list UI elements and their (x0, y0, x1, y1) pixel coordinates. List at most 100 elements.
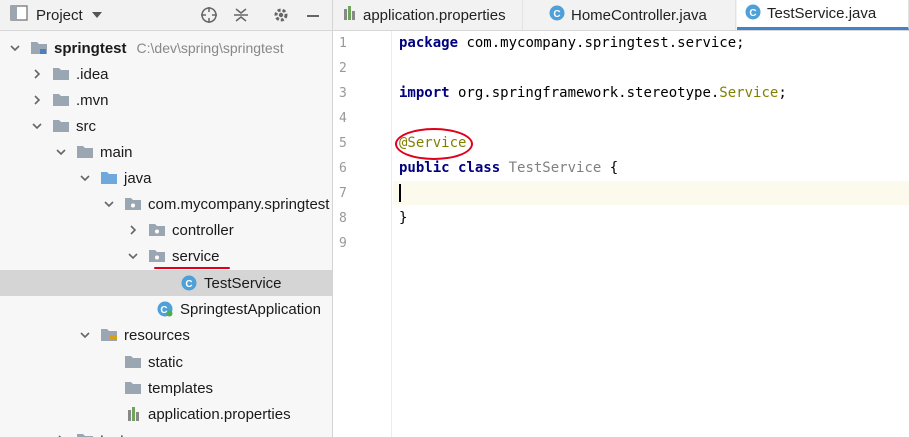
code-line[interactable]: } (399, 210, 407, 226)
current-line-highlight (393, 181, 909, 205)
tab-homecontroller[interactable]: C HomeController.java (541, 0, 736, 30)
minimize-icon[interactable] (302, 4, 324, 26)
locate-target-icon[interactable] (198, 4, 220, 26)
tree-label: java (124, 169, 152, 187)
chevron-down-icon[interactable] (8, 41, 22, 55)
tree-label: .idea (76, 65, 109, 83)
editor-area: application.properties C HomeController.… (333, 0, 909, 437)
tree-node-springtestapplication[interactable]: C SpringtestApplication (0, 296, 332, 322)
tree-label: service (172, 247, 220, 265)
tree-label: main (100, 143, 133, 161)
chevron-down-icon[interactable] (78, 171, 92, 185)
code-keyword: package (399, 35, 459, 51)
code-annotation-type: Service (719, 85, 779, 101)
code-line[interactable]: public class TestService { (399, 160, 618, 176)
tab-testservice[interactable]: C TestService.java (737, 0, 909, 30)
line-number: 8 (339, 211, 347, 226)
tree-node-static[interactable]: static (0, 349, 332, 375)
package-icon (124, 196, 142, 212)
project-icon (10, 5, 28, 25)
properties-file-icon (341, 5, 357, 25)
line-number: 7 (339, 186, 347, 201)
tree-label: application.properties (148, 405, 291, 423)
code-text: com.mycompany.springtest.service; (458, 35, 745, 51)
chevron-right-icon[interactable] (30, 93, 44, 107)
tree-node-package[interactable]: com.mycompany.springtest (0, 191, 332, 217)
folder-icon (52, 118, 70, 134)
module-folder-icon (30, 40, 48, 56)
text-caret (399, 184, 401, 202)
svg-text:C: C (553, 9, 560, 20)
code-line[interactable] (399, 184, 401, 202)
chevron-down-icon[interactable] (102, 197, 116, 211)
spring-class-icon: C (156, 301, 174, 317)
collapse-all-icon[interactable] (230, 4, 252, 26)
tree-node-application-properties[interactable]: application.properties (0, 401, 332, 427)
properties-file-icon (124, 406, 142, 422)
code-text: { (601, 160, 619, 176)
code-text: ; (778, 85, 787, 101)
tree-node-java[interactable]: java (0, 165, 332, 191)
project-tool-window: Project springtest C:\dev\spring\springt… (0, 0, 333, 437)
tree-node-templates[interactable]: templates (0, 375, 332, 401)
line-number: 2 (339, 61, 347, 76)
tree-label: SpringtestApplication (180, 300, 321, 318)
tree-node-src[interactable]: src (0, 113, 332, 139)
tree-node-idea[interactable]: .idea (0, 61, 332, 87)
tree-label: templates (148, 379, 214, 397)
gear-icon[interactable] (270, 4, 292, 26)
chevron-down-icon[interactable] (54, 145, 68, 159)
chevron-down-icon[interactable] (126, 249, 140, 263)
svg-text:C: C (185, 279, 192, 290)
red-circle-mark (395, 128, 473, 160)
line-number: 4 (339, 111, 347, 126)
tab-label: HomeController.java (571, 6, 707, 24)
chevron-right-icon[interactable] (54, 433, 68, 437)
project-header: Project (0, 0, 332, 31)
folder-icon (76, 144, 94, 160)
tree-node-mvn[interactable]: .mvn (0, 87, 332, 113)
code-line[interactable]: package com.mycompany.springtest.service… (399, 35, 745, 51)
line-number: 3 (339, 86, 347, 101)
svg-text:C: C (160, 305, 167, 316)
project-title: Project (36, 6, 83, 24)
editor-tab-bar: application.properties C HomeController.… (333, 0, 909, 31)
tree-node-testservice[interactable]: C TestService (0, 270, 332, 296)
class-icon: C (745, 4, 761, 24)
project-path: C:\dev\spring\springtest (136, 40, 284, 56)
project-view-selector[interactable]: Project (10, 5, 103, 25)
chevron-right-icon[interactable] (30, 67, 44, 81)
tab-label: TestService.java (767, 5, 877, 22)
class-icon: C (549, 5, 565, 25)
tree-label: com.mycompany.springtest (148, 195, 330, 213)
line-number: 5 (339, 136, 347, 151)
tree-node-resources[interactable]: resources (0, 322, 332, 348)
gutter-divider (391, 31, 392, 437)
tree-label: test (100, 432, 124, 437)
tree-node-springtest[interactable]: springtest C:\dev\spring\springtest (0, 35, 332, 61)
chevron-down-icon[interactable] (30, 119, 44, 133)
tree-label: resources (124, 326, 190, 344)
tree-node-main[interactable]: main (0, 139, 332, 165)
code-line[interactable]: import org.springframework.stereotype.Se… (399, 85, 787, 101)
source-folder-icon (100, 170, 118, 186)
package-icon (148, 222, 166, 238)
line-number: 1 (339, 36, 347, 51)
chevron-right-icon[interactable] (126, 223, 140, 237)
folder-icon (124, 354, 142, 370)
tree-node-controller[interactable]: controller (0, 217, 332, 243)
tab-application-properties[interactable]: application.properties (333, 0, 523, 30)
folder-icon (124, 380, 142, 396)
tree-label: src (76, 117, 96, 135)
tree-label: controller (172, 221, 234, 239)
class-icon: C (180, 275, 198, 291)
tab-label: application.properties (363, 6, 506, 24)
code-text: } (399, 210, 408, 226)
code-keyword: public class (399, 160, 501, 176)
folder-icon (76, 432, 94, 437)
chevron-down-icon[interactable] (78, 328, 92, 342)
line-number: 6 (339, 161, 347, 176)
red-underline-mark (154, 267, 230, 269)
tree-node-service[interactable]: service (0, 243, 332, 269)
tree-node-test[interactable]: test (0, 427, 332, 437)
